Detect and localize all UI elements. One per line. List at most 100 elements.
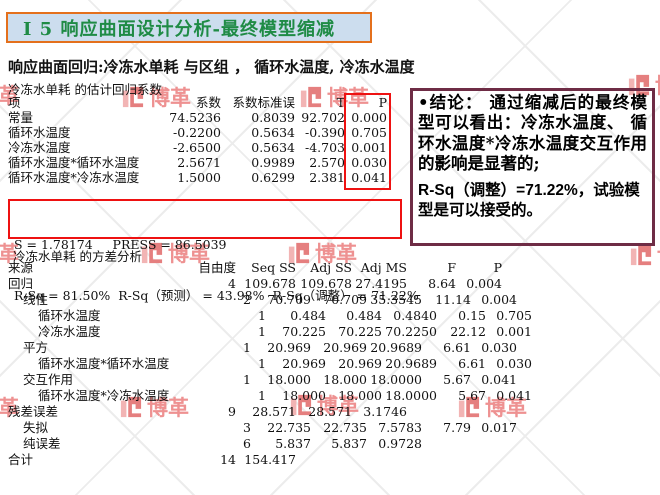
table-row: 循环水温度*循环水温度2.56710.99892.5700.030	[0, 155, 387, 170]
value-cell: 1	[176, 372, 251, 388]
anova-table: 来源自由度Seq SSAdj SSAdj MSFP回归4109.678109.6…	[0, 260, 532, 468]
value-cell: 6	[176, 436, 251, 452]
term-cell: 回归	[0, 276, 161, 292]
term-cell: 交互作用	[0, 372, 176, 388]
table-row: 纯误差65.8375.8370.9728	[0, 436, 532, 452]
term-cell: 平方	[0, 340, 176, 356]
header-term-cell: 来源	[0, 260, 161, 276]
value-cell: 20.969	[311, 340, 367, 356]
value-cell: 3.1746	[352, 404, 407, 420]
value-cell: 0.004	[456, 276, 502, 292]
table-row: 平方120.96920.96920.96896.610.030	[0, 340, 532, 356]
value-cell: 1	[191, 356, 266, 372]
term-cell: 循环水温度	[0, 308, 191, 324]
header-value-cell: Seq SS	[236, 260, 296, 276]
table-row: 失拟322.73522.7357.57837.790.017	[0, 420, 532, 436]
value-cell: 28.571	[296, 404, 352, 420]
value-cell: 5.837	[251, 436, 311, 452]
table-row: 回归4109.678109.67827.41958.640.004	[0, 276, 532, 292]
value-cell	[456, 452, 502, 468]
value-cell: 0.017	[471, 420, 517, 436]
value-cell: 0.5634	[221, 140, 295, 155]
value-cell	[407, 452, 456, 468]
term-cell: 循环水温度*冷冻水温度	[0, 388, 191, 404]
value-cell: 11.14	[422, 292, 471, 308]
watermark-text: 博革	[655, 70, 660, 100]
value-cell: 7.5783	[367, 420, 422, 436]
table-row: 合计14154.417	[0, 452, 532, 468]
p-column-highlight-box	[344, 93, 391, 190]
value-cell: 6.61	[422, 340, 471, 356]
value-cell: 0.484	[326, 308, 382, 324]
value-cell: 0.15	[437, 308, 486, 324]
value-cell: 27.4195	[352, 276, 407, 292]
value-cell: 0.030	[486, 356, 532, 372]
header-value-cell: P	[456, 260, 502, 276]
value-cell: 109.678	[296, 276, 352, 292]
conclusion-text: •结论： 通过缩减后的最终模型可以看出：冷冻水温度、 循环水温度*冷冻水温度交互…	[418, 93, 647, 174]
conclusion-box: •结论： 通过缩减后的最终模型可以看出：冷冻水温度、 循环水温度*冷冻水温度交互…	[410, 88, 655, 246]
regression-heading: 响应曲面回归:冷冻水单耗 与区组 ， 循环水温度, 冷冻水温度	[8, 56, 415, 77]
value-cell: 0.004	[471, 292, 517, 308]
header-value-cell: T	[295, 95, 345, 110]
table-row: 循环水温度-0.22000.5634-0.3900.705	[0, 125, 387, 140]
value-cell: 18.000	[311, 372, 367, 388]
value-cell: -0.2200	[146, 125, 221, 140]
value-cell: 20.969	[266, 356, 326, 372]
table-header-row: 来源自由度Seq SSAdj SSAdj MSFP	[0, 260, 532, 276]
value-cell	[471, 436, 517, 452]
value-cell: 35.3545	[367, 292, 422, 308]
header-value-cell: 系数	[146, 95, 221, 110]
slide-page: 博革博革博革博革博革博革博革博革博革博革博革博革 I 5 响应曲面设计分析-最终…	[0, 0, 660, 495]
slide-title: I 5 响应曲面设计分析-最终模型缩减	[23, 15, 335, 41]
table-row: 冷冻水温度-2.65000.5634-4.7030.001	[0, 140, 387, 155]
value-cell: 70.2250	[382, 324, 437, 340]
table-row: 线性270.70970.70935.354511.140.004	[0, 292, 532, 308]
value-cell: 20.9689	[382, 356, 437, 372]
value-cell: 1	[191, 388, 266, 404]
conclusion-rsq-text: R-Sq（调整）=71.22%，试验模型是可以接受的。	[418, 181, 647, 220]
term-cell: 残差误差	[0, 404, 161, 420]
value-cell: 14	[161, 452, 236, 468]
header-value-cell: F	[407, 260, 456, 276]
value-cell: 5.837	[311, 436, 367, 452]
value-cell: 70.709	[311, 292, 367, 308]
value-cell: 9	[161, 404, 236, 420]
term-cell: 循环水温度*冷冻水温度	[0, 170, 146, 185]
header-value-cell: 系数标准误	[221, 95, 295, 110]
value-cell	[456, 404, 502, 420]
value-cell: 70.709	[251, 292, 311, 308]
model-summary-box: S = 1.78174 PRESS = 86.5039 R-Sq = 81.50…	[8, 199, 402, 239]
value-cell: 109.678	[236, 276, 296, 292]
value-cell: -0.390	[295, 125, 345, 140]
term-cell: 纯误差	[0, 436, 176, 452]
value-cell: 2	[176, 292, 251, 308]
value-cell: 1	[176, 340, 251, 356]
coefficients-table: 项系数系数标准误TP常量74.52360.803992.7020.000循环水温…	[0, 95, 387, 185]
value-cell: 18.000	[251, 372, 311, 388]
value-cell: 18.0000	[382, 388, 437, 404]
value-cell: 2.5671	[146, 155, 221, 170]
value-cell: 18.000	[266, 388, 326, 404]
header-term-cell: 项	[0, 95, 146, 110]
value-cell: 5.67	[437, 388, 486, 404]
value-cell: 5.67	[422, 372, 471, 388]
value-cell: 18.000	[326, 388, 382, 404]
value-cell: 6.61	[437, 356, 486, 372]
value-cell: 1	[191, 308, 266, 324]
value-cell: 28.571	[236, 404, 296, 420]
value-cell: 0.041	[471, 372, 517, 388]
value-cell: 20.969	[326, 356, 382, 372]
value-cell: 0.5634	[221, 125, 295, 140]
table-row: 循环水温度10.4840.4840.48400.150.705	[0, 308, 532, 324]
value-cell: 0.705	[486, 308, 532, 324]
value-cell	[407, 404, 456, 420]
value-cell: 70.225	[266, 324, 326, 340]
value-cell: 1.5000	[146, 170, 221, 185]
header-value-cell: Adj MS	[352, 260, 407, 276]
value-cell: 7.79	[422, 420, 471, 436]
value-cell: 0.9728	[367, 436, 422, 452]
table-row: 循环水温度*冷冻水温度118.00018.00018.00005.670.041	[0, 388, 532, 404]
slide-title-bar: I 5 响应曲面设计分析-最终模型缩减	[6, 12, 372, 43]
table-row: 循环水温度*循环水温度120.96920.96920.96896.610.030	[0, 356, 532, 372]
